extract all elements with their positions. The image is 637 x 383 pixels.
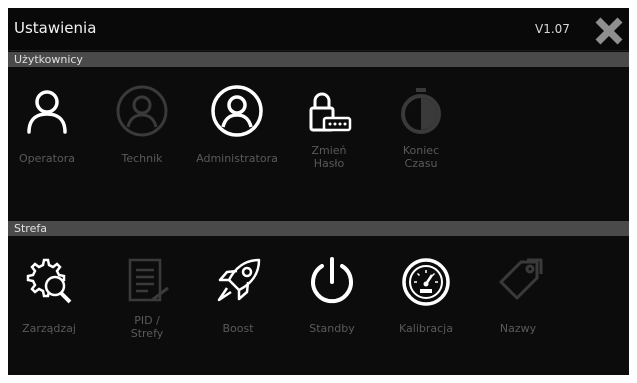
tile-technician[interactable]: Technik xyxy=(95,74,189,189)
section-title-users: Użytkownicy xyxy=(14,53,83,66)
close-button[interactable] xyxy=(594,16,624,46)
tile-operator-label: Operatora xyxy=(19,152,75,165)
section-header-zone: Strefa xyxy=(8,221,629,236)
tile-administrator[interactable]: Administratora xyxy=(190,74,284,189)
tile-pid-zones-label: PID / Strefy xyxy=(130,314,164,340)
user-circle-icon xyxy=(115,84,169,138)
document-pid-icon xyxy=(120,254,174,308)
tile-boost[interactable]: Boost xyxy=(191,244,285,359)
section-header-users: Użytkownicy xyxy=(8,52,629,67)
stopwatch-icon xyxy=(394,84,448,138)
settings-screen: Ustawienia V1.07 Użytkownicy Operatora T… xyxy=(8,8,629,375)
tile-timeout[interactable]: Koniec Czasu xyxy=(374,74,468,189)
tile-timeout-label: Koniec Czasu xyxy=(402,144,440,170)
tile-standby-label: Standby xyxy=(309,322,355,335)
rocket-icon xyxy=(211,254,265,308)
section-title-zone: Strefa xyxy=(14,222,47,235)
power-icon xyxy=(305,254,359,308)
tile-technician-label: Technik xyxy=(121,152,163,165)
user-icon xyxy=(20,84,74,138)
lock-password-icon xyxy=(302,84,356,138)
tile-manage[interactable]: Zarządzaj xyxy=(8,244,96,359)
tile-names[interactable]: Nazwy xyxy=(471,244,565,359)
gear-search-icon xyxy=(22,254,76,308)
user-circle-icon xyxy=(210,84,264,138)
close-icon xyxy=(595,17,623,45)
tags-icon xyxy=(491,254,545,308)
tile-standby[interactable]: Standby xyxy=(285,244,379,359)
tile-manage-label: Zarządzaj xyxy=(22,322,76,335)
tile-change-password-label: Zmień Hasło xyxy=(311,144,347,170)
page-title: Ustawienia xyxy=(14,19,97,37)
tile-administrator-label: Administratora xyxy=(196,152,278,165)
tile-calibration-label: Kalibracja xyxy=(399,322,453,335)
tile-change-password[interactable]: Zmień Hasło xyxy=(282,74,376,189)
gauge-icon xyxy=(399,254,453,308)
version-label: V1.07 xyxy=(535,22,570,36)
tile-pid-zones[interactable]: PID / Strefy xyxy=(100,244,194,359)
title-bar: Ustawienia V1.07 xyxy=(8,8,629,51)
tile-boost-label: Boost xyxy=(222,322,254,335)
tile-names-label: Nazwy xyxy=(499,322,537,335)
tile-operator[interactable]: Operatora xyxy=(8,74,94,189)
tile-calibration[interactable]: Kalibracja xyxy=(379,244,473,359)
